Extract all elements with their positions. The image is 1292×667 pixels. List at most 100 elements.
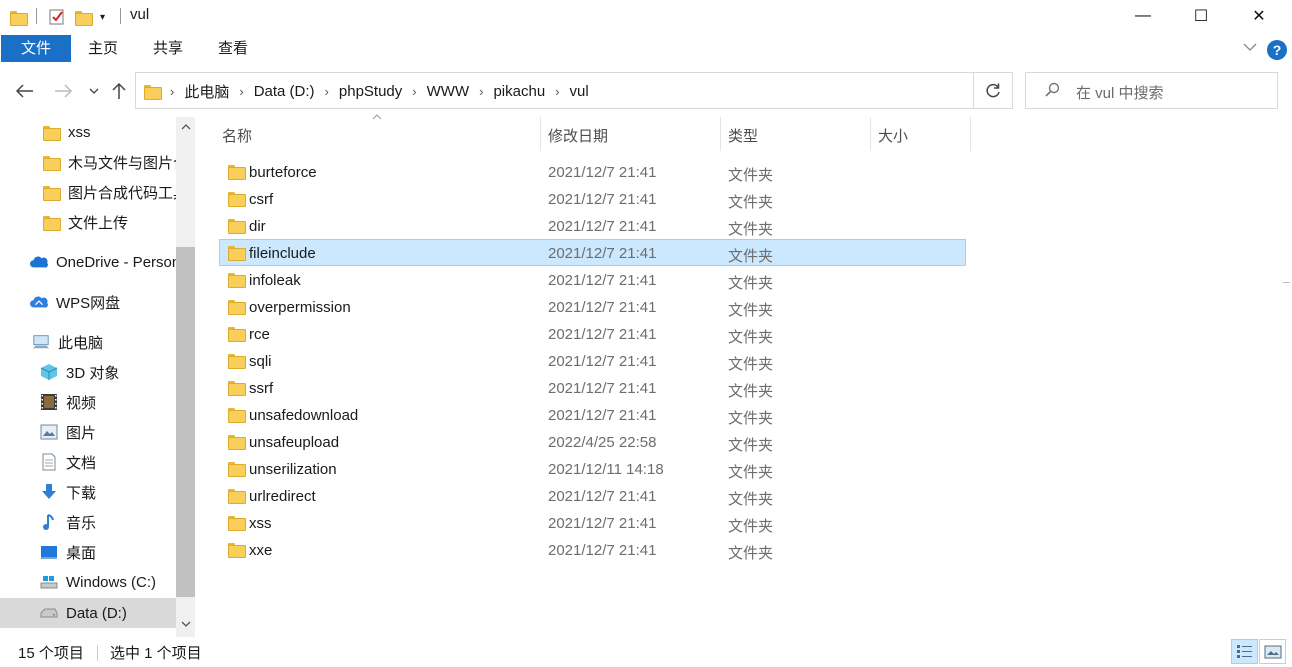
sidebar-item-onedrive[interactable]: OneDrive - Personal — [0, 248, 176, 276]
sidebar-item-desktop[interactable]: 桌面 — [0, 538, 176, 566]
quick-access-dropdown-icon[interactable]: ▾ — [100, 7, 105, 27]
file-row[interactable]: xss 2021/12/7 21:41 文件夹 — [219, 509, 966, 536]
sidebar-item-wps-cloud[interactable]: WPS网盘 — [0, 288, 176, 316]
file-row[interactable]: unsafedownload 2021/12/7 21:41 文件夹 — [219, 401, 966, 428]
file-row[interactable]: unserilization 2021/12/11 14:18 文件夹 — [219, 455, 966, 482]
back-button[interactable] — [12, 78, 38, 104]
file-row[interactable]: sqli 2021/12/7 21:41 文件夹 — [219, 347, 966, 374]
expand-ribbon-icon[interactable] — [1243, 39, 1257, 55]
chevron-right-icon[interactable]: › — [170, 84, 174, 99]
item-count: 15 个项目 — [18, 645, 84, 662]
sidebar-item-3d-objects[interactable]: 3D 对象 — [0, 358, 176, 386]
breadcrumb-item[interactable]: phpStudy — [339, 83, 402, 100]
file-row-selected[interactable]: fileinclude 2021/12/7 21:41 文件夹 — [219, 239, 966, 266]
refresh-button[interactable] — [973, 72, 1013, 109]
file-date: 2021/12/7 21:41 — [548, 299, 657, 316]
column-header-size[interactable]: 大小 — [878, 125, 908, 159]
file-name: unsafedownload — [249, 407, 359, 424]
breadcrumb-item[interactable]: WWW — [427, 83, 469, 100]
maximize-button[interactable]: ☐ — [1172, 0, 1230, 32]
new-folder-icon[interactable] — [75, 7, 93, 27]
column-divider[interactable] — [970, 117, 971, 151]
downloads-icon — [40, 484, 58, 500]
file-row[interactable]: dir 2021/12/7 21:41 文件夹 — [219, 212, 966, 239]
scrollbar-thumb[interactable] — [176, 247, 195, 597]
folder-icon — [228, 435, 246, 450]
file-row[interactable]: urlredirect 2021/12/7 21:41 文件夹 — [219, 482, 966, 509]
selection-count: 选中 1 个项目 — [110, 645, 202, 662]
help-icon[interactable]: ? — [1267, 40, 1287, 60]
breadcrumb-item[interactable]: Data (D:) — [254, 83, 315, 100]
chevron-right-icon[interactable]: › — [555, 84, 559, 99]
details-view-button[interactable] — [1231, 639, 1258, 664]
sidebar-item-downloads[interactable]: 下载 — [0, 478, 176, 506]
breadcrumb-item[interactable]: 此电脑 — [184, 81, 229, 102]
file-date: 2021/12/7 21:41 — [548, 515, 657, 532]
sidebar-item-label: 下载 — [66, 484, 97, 502]
navigation-pane: xss 木马文件与图片合成 图片合成代码工具 文件上传 OneDrive - P… — [0, 117, 196, 637]
sidebar-item-music[interactable]: 音乐 — [0, 508, 176, 536]
sidebar-item-videos[interactable]: 视频 — [0, 388, 176, 416]
address-bar[interactable]: › 此电脑 › Data (D:) › phpStudy › WWW › pik… — [135, 72, 1088, 109]
file-row[interactable]: xxe 2021/12/7 21:41 文件夹 — [219, 536, 966, 563]
file-row[interactable]: rce 2021/12/7 21:41 文件夹 — [219, 320, 966, 347]
column-header-name[interactable]: 名称 — [222, 125, 252, 159]
breadcrumb-item[interactable]: pikachu — [493, 83, 545, 100]
sidebar-item-image-tools[interactable]: 图片合成代码工具 — [0, 178, 176, 206]
file-name: csrf — [249, 191, 274, 208]
search-input[interactable]: 在 vul 中搜索 — [1076, 82, 1164, 103]
folder-icon — [228, 354, 246, 369]
minimize-button[interactable]: — — [1114, 0, 1172, 32]
chevron-right-icon[interactable]: › — [412, 84, 416, 99]
sidebar-item-file-upload[interactable]: 文件上传 — [0, 208, 176, 236]
sidebar-scrollbar[interactable] — [176, 117, 195, 637]
close-button[interactable]: ✕ — [1230, 0, 1288, 32]
tab-share[interactable]: 共享 — [143, 35, 193, 62]
sidebar-item-label: 桌面 — [66, 544, 97, 562]
search-box[interactable]: 在 vul 中搜索 — [1025, 72, 1278, 109]
sidebar-item-trojan-images[interactable]: 木马文件与图片合成 — [0, 148, 176, 176]
large-icons-view-button[interactable] — [1259, 639, 1286, 664]
file-row[interactable]: burteforce 2021/12/7 21:41 文件夹 — [219, 158, 966, 185]
folder-icon — [228, 489, 246, 504]
file-type: 文件夹 — [728, 221, 774, 238]
sidebar-item-xss[interactable]: xss — [0, 118, 176, 146]
file-type: 文件夹 — [728, 302, 774, 319]
sidebar-item-documents[interactable]: 文档 — [0, 448, 176, 476]
chevron-right-icon[interactable]: › — [325, 84, 329, 99]
column-divider[interactable] — [540, 117, 541, 151]
chevron-right-icon[interactable]: › — [239, 84, 243, 99]
tab-view[interactable]: 查看 — [208, 35, 258, 62]
chevron-right-icon[interactable]: › — [479, 84, 483, 99]
file-row[interactable]: overpermission 2021/12/7 21:41 文件夹 — [219, 293, 966, 320]
sidebar-item-this-pc[interactable]: 此电脑 — [0, 328, 176, 356]
scroll-up-icon[interactable] — [176, 117, 195, 137]
up-button[interactable] — [108, 78, 130, 104]
file-date: 2021/12/7 21:41 — [548, 542, 657, 559]
file-type: 文件夹 — [728, 464, 774, 481]
sidebar-item-pictures[interactable]: 图片 — [0, 418, 176, 446]
recent-locations-icon[interactable] — [86, 78, 102, 104]
file-name: fileinclude — [249, 245, 316, 262]
tab-home[interactable]: 主页 — [78, 35, 128, 62]
column-header-type[interactable]: 类型 — [728, 125, 758, 159]
file-row[interactable]: unsafeupload 2022/4/25 22:58 文件夹 — [219, 428, 966, 455]
sidebar-item-drive-c[interactable]: Windows (C:) — [0, 568, 176, 596]
column-divider[interactable] — [720, 117, 721, 151]
file-row[interactable]: csrf 2021/12/7 21:41 文件夹 — [219, 185, 966, 212]
column-divider[interactable] — [870, 117, 871, 151]
file-type: 文件夹 — [728, 383, 774, 400]
breadcrumb-item[interactable]: vul — [570, 83, 589, 100]
properties-icon[interactable] — [48, 7, 66, 27]
file-row[interactable]: infoleak 2021/12/7 21:41 文件夹 — [219, 266, 966, 293]
file-row[interactable]: ssrf 2021/12/7 21:41 文件夹 — [219, 374, 966, 401]
tab-file[interactable]: 文件 — [1, 35, 71, 62]
scroll-down-icon[interactable] — [176, 615, 195, 635]
forward-button[interactable] — [50, 78, 76, 104]
sidebar-item-drive-d[interactable]: Data (D:) — [0, 598, 176, 628]
file-date: 2021/12/7 21:41 — [548, 380, 657, 397]
address-folder-icon — [144, 84, 162, 100]
column-header-date[interactable]: 修改日期 — [548, 125, 608, 159]
sort-ascending-icon — [372, 112, 382, 123]
file-type: 文件夹 — [728, 545, 774, 562]
